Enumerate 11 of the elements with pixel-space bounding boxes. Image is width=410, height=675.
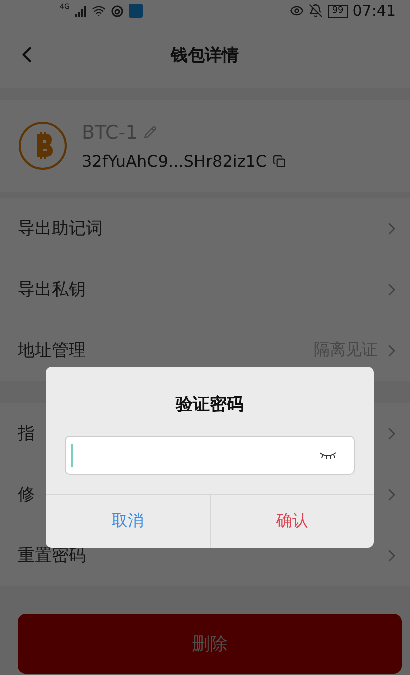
menu-label: 修 bbox=[18, 484, 36, 506]
menu-label: 地址管理 bbox=[18, 340, 87, 362]
menu-label: 指 bbox=[18, 423, 36, 445]
wallet-address: 32fYuAhC9...SHr82iz1C bbox=[82, 152, 268, 170]
clock: 07:41 bbox=[352, 2, 396, 20]
menu-label: 导出私钥 bbox=[18, 279, 87, 301]
battery-level: 99 bbox=[328, 4, 348, 18]
page-title: 钱包详情 bbox=[171, 44, 239, 66]
menu-label: 重置密码 bbox=[18, 545, 87, 567]
menu-label: 导出助记词 bbox=[18, 218, 104, 240]
dialog-title: 验证密码 bbox=[176, 394, 244, 416]
